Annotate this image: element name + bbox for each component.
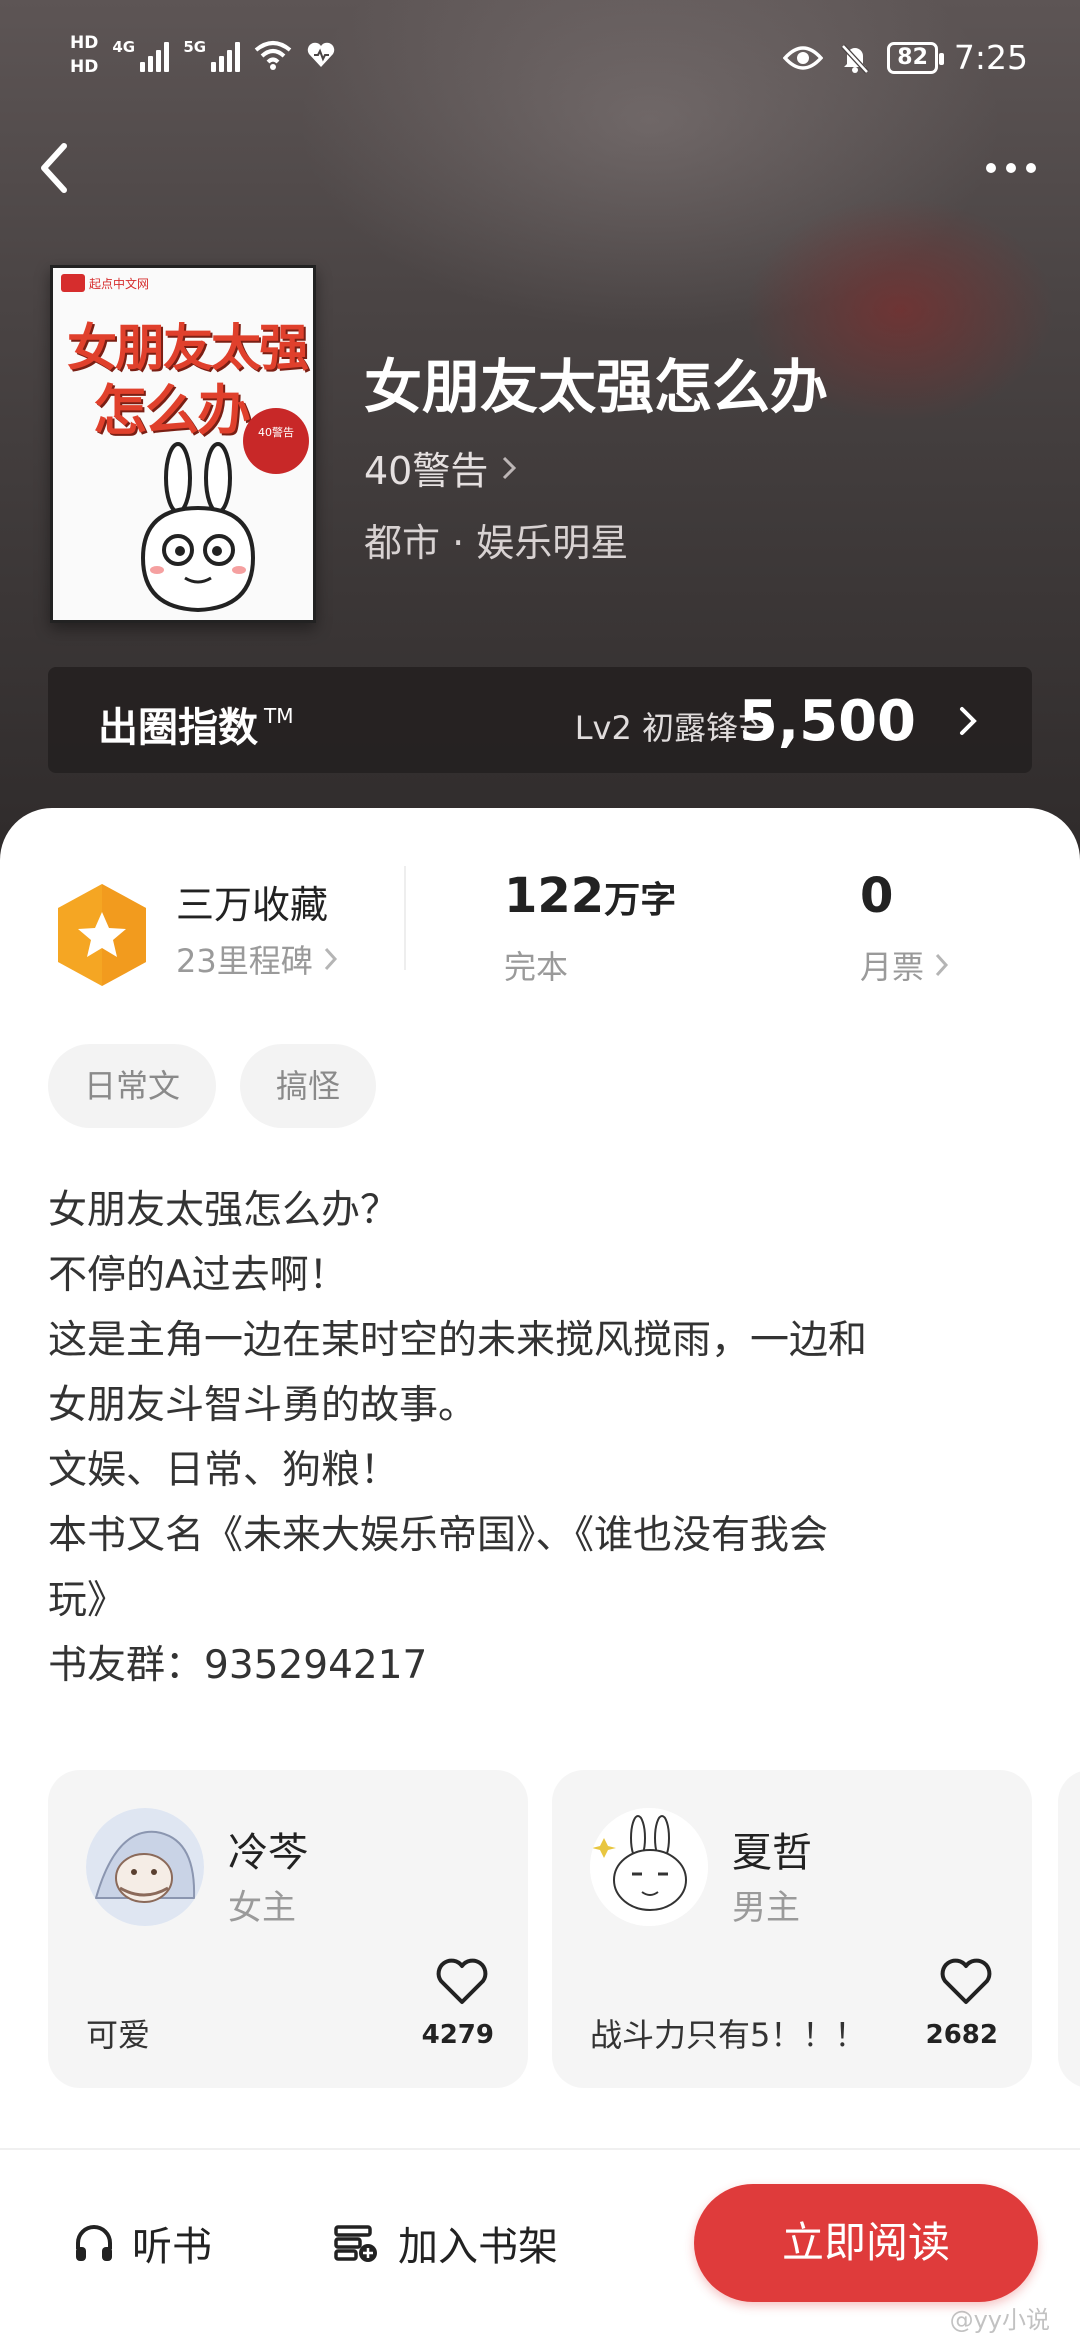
character-avatar <box>86 1808 204 1926</box>
listen-label: 听书 <box>132 2224 212 2270</box>
hd2-label: HD <box>70 57 99 77</box>
read-now-button[interactable]: 立即阅读 <box>694 2184 1038 2302</box>
bottom-action-bar: 听书 加入书架 立即阅读 @yy小说 <box>0 2148 1080 2340</box>
heart-icon[interactable] <box>938 1956 994 2006</box>
tag-item[interactable]: 日常文 <box>48 1044 217 1128</box>
character-role: 男主 <box>732 1888 800 1928</box>
battery-indicator: 82 <box>887 41 944 74</box>
character-name: 冷芩 <box>228 1830 308 1876</box>
book-cover[interactable]: 起点中文网 女朋友太强 怎么办 40警告 <box>50 265 316 623</box>
next-character-card[interactable] <box>1058 1770 1080 2088</box>
word-count: 122万字 <box>504 868 676 924</box>
author-link[interactable]: 40警告 <box>364 440 518 495</box>
character-role: 女主 <box>228 1888 296 1928</box>
chevron-right-icon <box>935 953 949 977</box>
heart-icon[interactable] <box>434 1956 490 2006</box>
hd-indicator: HD HD <box>70 34 98 76</box>
clock: 7:25 <box>953 38 1028 77</box>
intro-line: 女朋友斗智斗勇的故事。 <box>48 1383 478 1428</box>
add-shelf-label: 加入书架 <box>398 2224 558 2270</box>
hd1-label: HD <box>70 33 99 53</box>
cover-title-line2: 怎么办 <box>93 379 251 442</box>
chevron-right-icon <box>960 707 977 735</box>
eye-icon <box>783 45 824 70</box>
stats-divider <box>404 866 406 970</box>
intro-line: 这是主角一边在某时空的未来搅风搅雨，一边和 <box>48 1318 868 1363</box>
character-avatar <box>590 1808 708 1926</box>
status-left: HD HD 4G 5G <box>70 34 336 76</box>
word-count-number: 122 <box>504 868 605 924</box>
back-icon[interactable] <box>30 138 80 198</box>
intro-line: 玩》 <box>48 1578 127 1623</box>
character-card[interactable]: 夏哲 男主 战斗力只有5！！！ 2682 <box>552 1770 1032 2088</box>
watermark: @yy小说 <box>949 2306 1050 2334</box>
signal-5g-icon: 5G <box>183 38 241 72</box>
author-name: 40警告 <box>364 449 489 493</box>
intro-line: 不停的A过去啊！ <box>48 1253 348 1298</box>
character-likes: 4279 <box>421 2020 494 2050</box>
headphones-icon <box>76 2225 112 2261</box>
tag-list: 日常文 搞怪 <box>48 1044 377 1128</box>
monthly-ticket-label: 月票 <box>860 948 925 986</box>
heart-status-icon <box>308 42 335 67</box>
intro-line: 女朋友太强怎么办？ <box>48 1188 400 1233</box>
milestone-label: 23里程碑 <box>176 942 313 980</box>
trademark-label: TM <box>264 704 294 728</box>
character-card[interactable]: 冷芩 女主 可爱 4279 <box>48 1770 528 2088</box>
index-value: 5,500 <box>738 689 916 754</box>
character-name: 夏哲 <box>732 1830 812 1876</box>
milestone-link[interactable]: 23里程碑 <box>176 936 339 982</box>
character-cards: 冷芩 女主 可爱 4279 夏哲 男主 战斗力只有5！！！ 2682 <box>48 1770 1032 2088</box>
star-badge-icon <box>58 884 146 986</box>
intro-line: 本书又名《未来大娱乐帝国》、《谁也没有我会 <box>48 1513 829 1558</box>
status-right: 82 7:25 <box>783 38 1028 77</box>
popularity-index-bar[interactable]: 出圈指数 TM Lv2 初露锋芒 5,500 <box>48 667 1032 773</box>
more-options-icon[interactable] <box>976 150 1046 186</box>
listen-button[interactable]: 听书 <box>74 2214 212 2272</box>
mute-bell-icon <box>841 43 870 74</box>
intro-line: 文娱、日常、狗粮！ <box>48 1448 400 1493</box>
publisher-logo: 起点中文网 <box>61 274 149 292</box>
tag-item[interactable]: 搞怪 <box>240 1044 377 1128</box>
publisher-name: 起点中文网 <box>89 276 150 291</box>
signal-4g-icon: 4G <box>112 38 170 72</box>
add-to-shelf-button[interactable]: 加入书架 <box>334 2214 558 2272</box>
favorites-count: 三万收藏 <box>176 883 329 927</box>
book-intro[interactable]: 女朋友太强怎么办？ 不停的A过去啊！ 这是主角一边在某时空的未来搅风搅雨，一边和… <box>48 1178 1038 1698</box>
chevron-right-icon <box>324 947 337 971</box>
character-likes: 2682 <box>925 2020 998 2050</box>
book-title: 女朋友太强怎么办 <box>364 353 829 421</box>
book-genre: 都市 · 娱乐明星 <box>364 521 629 565</box>
chevron-right-icon <box>503 456 517 479</box>
character-desc: 战斗力只有5！！！ <box>590 2016 867 2054</box>
monthly-ticket-count: 0 <box>860 868 894 924</box>
word-count-unit: 万字 <box>604 880 677 921</box>
book-status: 完本 <box>504 948 569 986</box>
add-shelf-icon <box>334 2225 377 2262</box>
wifi-icon <box>255 41 292 70</box>
monthly-ticket-link[interactable]: 月票 <box>860 942 950 988</box>
bunny-illustration-icon <box>140 442 256 613</box>
intro-line: 书友群：935294217 <box>48 1643 428 1688</box>
index-label: 出圈指数 TM <box>98 704 294 751</box>
character-desc: 可爱 <box>86 2016 151 2054</box>
status-bar: HD HD 4G 5G 82 7:25 <box>0 0 1080 120</box>
